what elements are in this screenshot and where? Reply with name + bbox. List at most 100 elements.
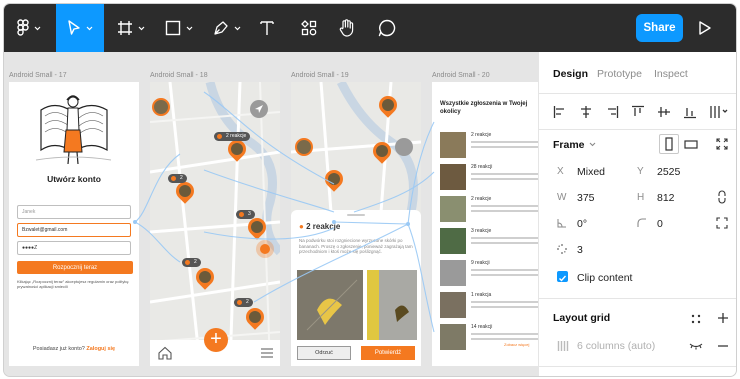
y-label: Y [637,166,644,177]
distribute-icon[interactable] [709,105,731,119]
align-vertical-center-icon[interactable] [657,105,671,119]
clip-content-checkbox[interactable] [557,271,568,282]
frame-label[interactable]: Android Small - 20 [432,72,490,79]
list-item[interactable]: 1 reakcja [440,290,538,320]
main-menu-button[interactable] [4,4,54,52]
item-title: 28 reakcji [471,164,493,170]
report-thumbnail [440,292,466,318]
map-pin-photo[interactable] [152,98,170,116]
map-pin[interactable] [192,264,218,290]
resources-button[interactable] [294,4,324,52]
x-input[interactable]: Mixed [577,166,605,178]
item-text [471,237,538,239]
width-input[interactable]: 375 [577,192,595,204]
frame-report-detail[interactable]: ● 2 reakcje Na podwórku stoi rozgniecion… [291,82,421,366]
columns-grid-icon[interactable] [557,340,569,352]
map-pin[interactable] [172,178,198,204]
frame-label[interactable]: Android Small - 18 [150,72,208,79]
radius-input[interactable]: 0 [657,218,663,230]
align-bottom-icon[interactable] [683,105,697,119]
align-horizontal-center-icon[interactable] [579,105,593,119]
map-pin-photo[interactable] [295,138,313,156]
frame-label[interactable]: Android Small - 19 [291,72,349,79]
list-item[interactable]: 14 reakcji Zobacz więcej [440,322,538,352]
tab-inspect[interactable]: Inspect [654,68,688,80]
menu-icon[interactable] [260,348,274,358]
reject-button[interactable]: Odrzuć [297,346,351,360]
remove-icon[interactable] [717,344,729,348]
locate-button[interactable] [395,138,413,156]
share-button[interactable]: Share [636,14,683,42]
terms-text: Klikając „Rozpocznij teraz” akceptujesz … [17,279,129,289]
comment-tool-button[interactable] [372,4,402,52]
locate-button[interactable] [250,100,268,118]
chevron-down-icon[interactable] [589,142,596,147]
present-button[interactable] [696,18,714,43]
list-item[interactable]: 9 reakcji [440,258,538,288]
text-tool-icon [260,21,274,35]
login-link[interactable]: Zaloguj się [86,346,115,352]
frame-map[interactable]: 2 reakcje 2 3 2 2 + [150,82,280,366]
email-input[interactable]: Bzwalet@gmail.com [17,223,131,237]
list-item[interactable]: 3 reakcje [440,226,538,256]
login-prompt: Posiadasz już konto? Zaloguj się [9,346,139,352]
pen-tool-button[interactable] [204,4,250,52]
figma-window: Share Android Small - 17 Android Small -… [4,4,736,376]
height-input[interactable]: 812 [657,192,675,204]
map-pin[interactable] [369,138,395,164]
corner-smoothing-input[interactable]: 3 [577,244,583,256]
grid-styles-icon[interactable] [691,314,701,324]
item-title: 9 reakcji [471,260,490,266]
start-now-button[interactable]: Rozpocznij teraz [17,261,133,274]
frame-section-title[interactable]: Frame [553,139,585,151]
list-item[interactable]: 2 reakcje [440,130,538,160]
map-pin[interactable] [224,136,250,162]
item-title: 14 reakcji [471,324,493,330]
item-text [471,242,538,244]
text-tool-button[interactable] [252,4,282,52]
report-photo[interactable] [297,270,363,340]
map-pin[interactable] [375,92,401,118]
name-input[interactable]: Janek [17,205,131,219]
hidden-eye-icon[interactable] [689,341,703,351]
frame-tool-button[interactable] [108,4,154,52]
map-pin[interactable] [242,304,268,330]
confirm-button[interactable]: Potwierdź [361,346,415,360]
shape-tool-button[interactable] [156,4,202,52]
move-tool-button[interactable] [56,4,104,52]
constrain-proportions-icon[interactable] [717,190,727,204]
align-right-icon[interactable] [605,105,619,119]
item-title: 2 reakcje [471,196,492,202]
report-thumbnail [440,228,466,254]
corner-smoothing-icon [557,244,567,254]
password-input[interactable]: ●●●●Z [17,241,131,255]
sheet-handle[interactable] [347,214,365,216]
frame-label[interactable]: Android Small - 17 [9,72,67,79]
map-pin[interactable] [244,214,270,240]
list-item[interactable]: 28 reakcji [440,162,538,192]
see-more-link[interactable]: Zobacz więcej [504,342,529,347]
align-left-icon[interactable] [553,105,567,119]
y-input[interactable]: 2525 [657,166,680,178]
map-pin[interactable] [321,166,347,192]
independent-corners-icon[interactable] [716,217,728,229]
resize-to-fit-icon[interactable] [716,138,728,150]
list-item[interactable]: 2 reakcje [440,194,538,224]
add-report-button[interactable]: + [204,328,228,352]
hand-tool-button[interactable] [332,4,362,52]
portrait-toggle[interactable] [659,134,679,154]
add-icon[interactable] [717,312,729,324]
tab-prototype[interactable]: Prototype [597,68,642,80]
report-photo[interactable] [367,270,417,340]
frame-signup[interactable]: Utwórz konto Janek Bzwalet@gmail.com ●●●… [9,82,139,366]
home-icon[interactable] [158,346,172,360]
align-top-icon[interactable] [631,105,645,119]
rotation-input[interactable]: 0° [577,218,587,230]
chevron-down-icon [234,26,241,30]
canvas[interactable]: Android Small - 17 Android Small - 18 An… [4,52,538,376]
grid-setting[interactable]: 6 columns (auto) [577,340,655,352]
report-thumbnail [440,324,466,350]
tab-design[interactable]: Design [553,68,588,80]
landscape-icon[interactable] [683,137,699,151]
frame-reports-list[interactable]: Wszystkie zgłoszenia w Twojej okolicy 2 … [432,82,538,366]
